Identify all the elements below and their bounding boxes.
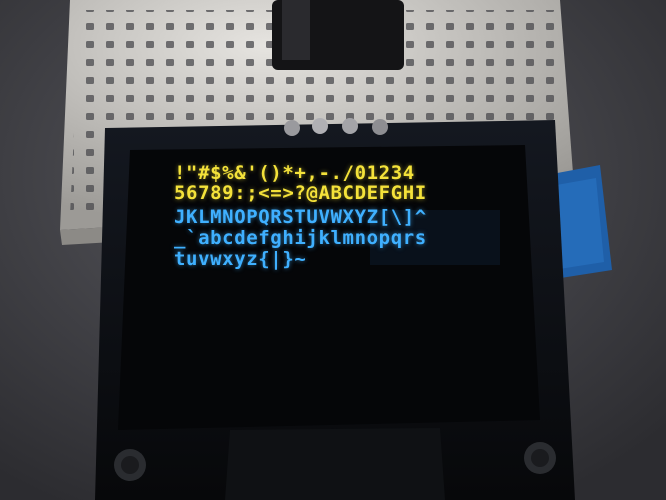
oled-screen: !"#$%&'()*+,-./01234 56789:;<=>?@ABCDEFG… xyxy=(160,160,510,270)
oled-line-5: tuvwxyz{|}~ xyxy=(174,248,307,270)
black-component xyxy=(272,0,404,70)
oled-line-2: 56789:;<=>?@ABCDEFGHI xyxy=(174,182,427,204)
ribbon-cable xyxy=(225,428,445,500)
oled-line-1: !"#$%&'()*+,-./01234 xyxy=(174,162,415,184)
oled-line-4: _`abcdefghijklmnopqrs xyxy=(174,227,427,249)
oled-line-3: JKLMNOPQRSTUVWXYZ[\]^ xyxy=(174,206,427,228)
